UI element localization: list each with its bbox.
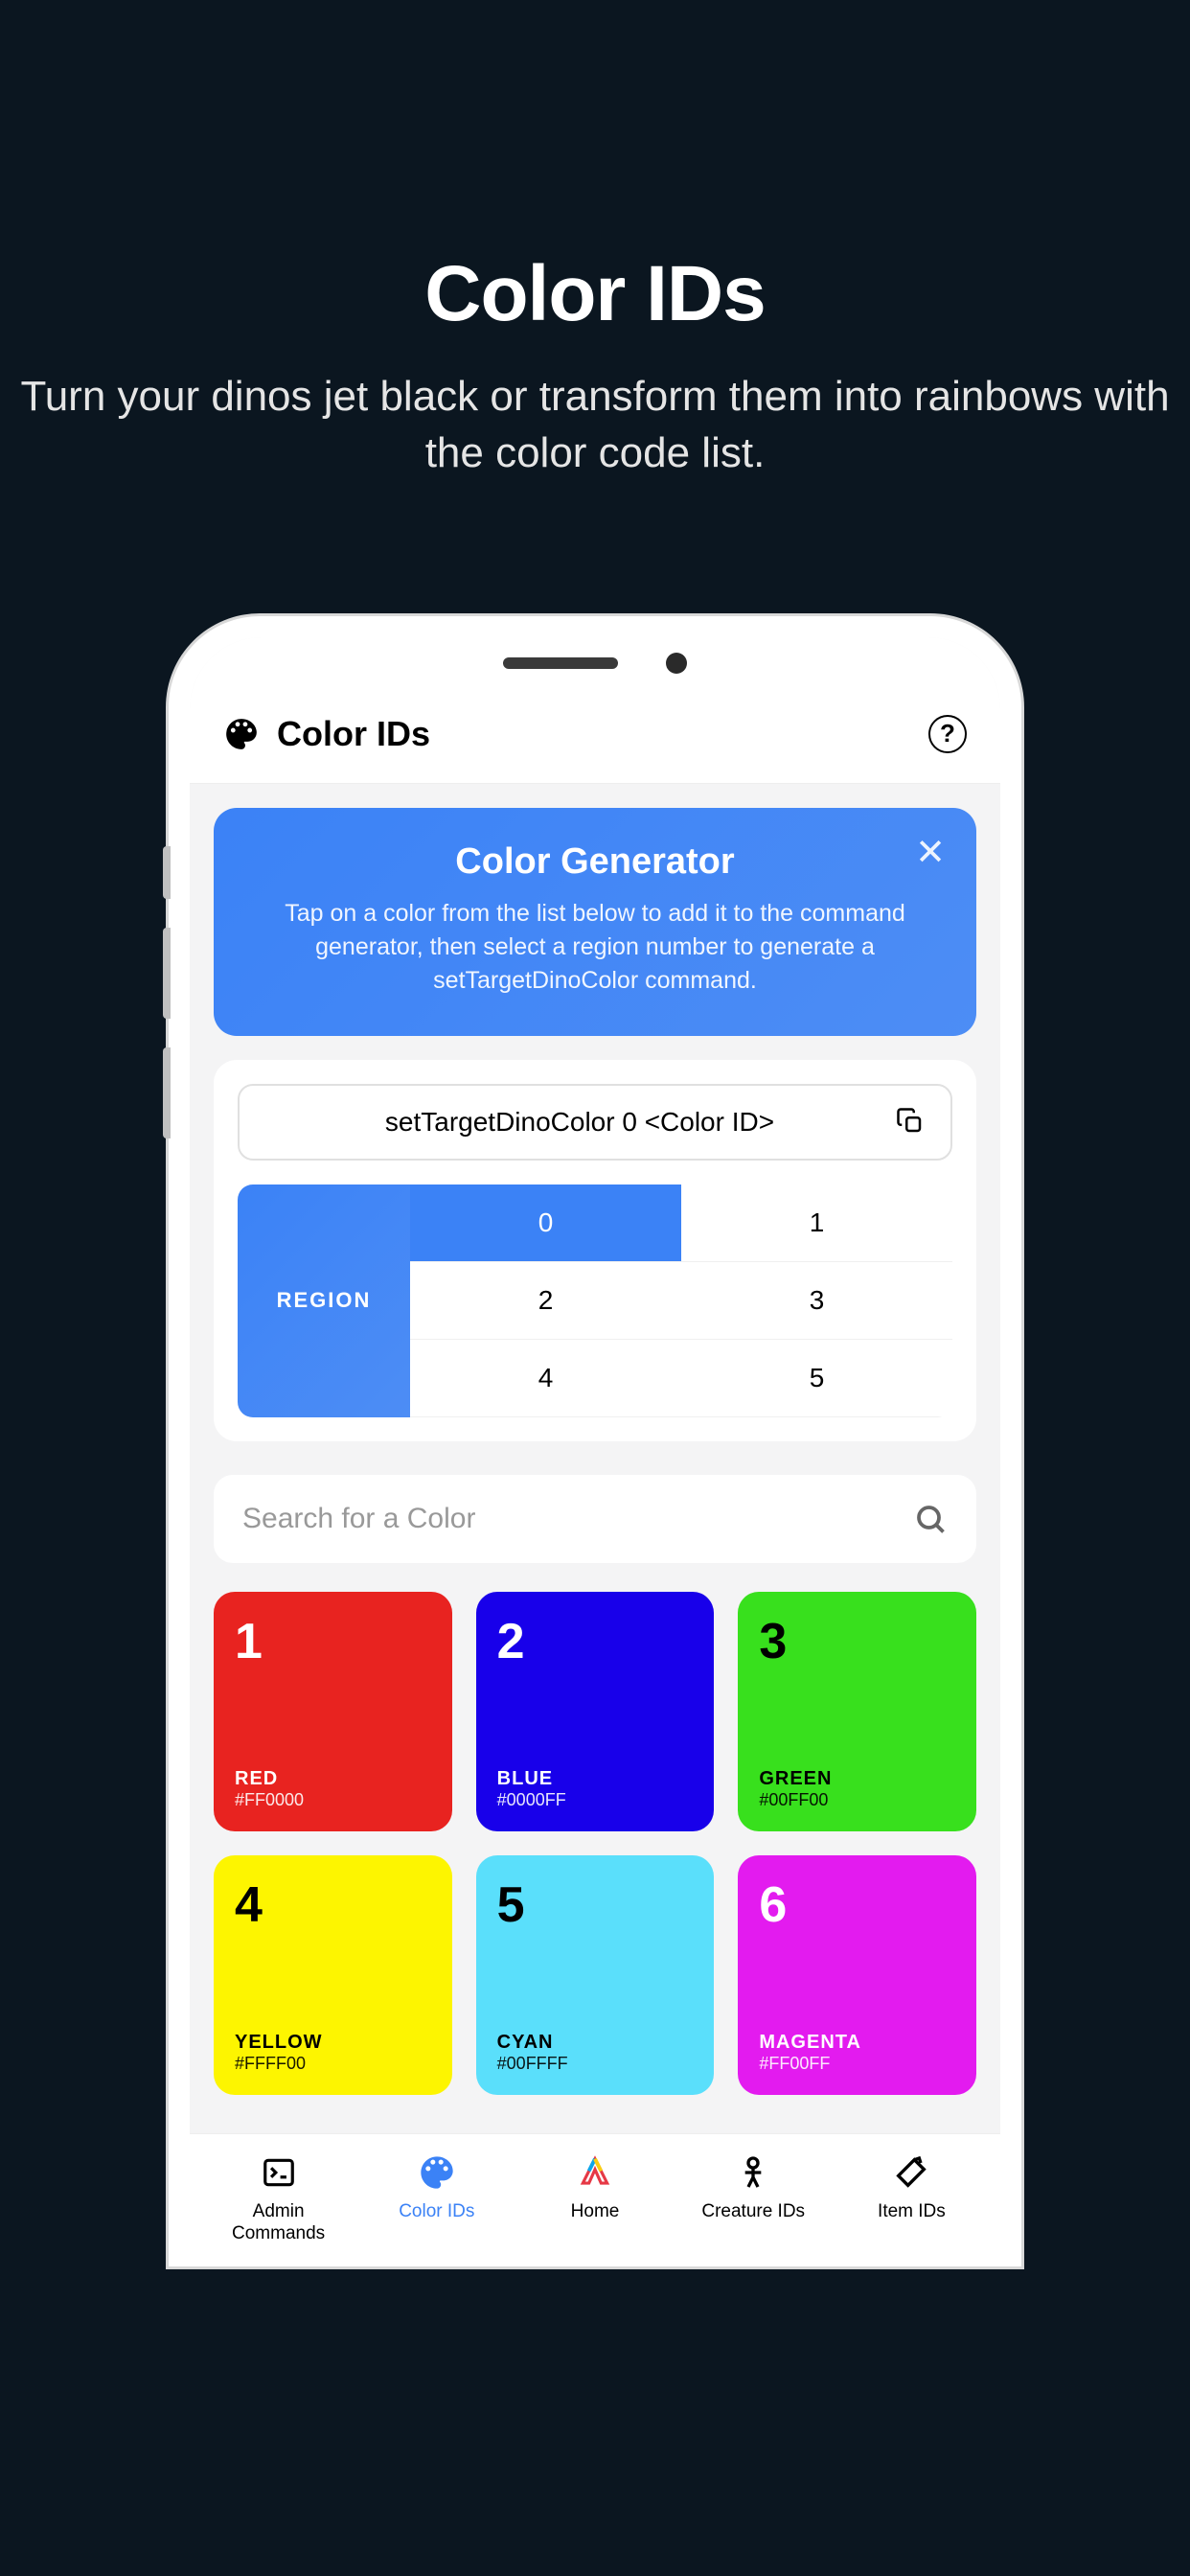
region-option-5[interactable]: 5 <box>681 1340 952 1417</box>
tab-admin-commands[interactable]: AdminCommands <box>199 2151 357 2245</box>
phone-frame: Color IDs ? ✕ Color Generator Tap on a c… <box>169 616 1021 2266</box>
command-display: setTargetDinoColor 0 <Color ID> <box>238 1084 952 1161</box>
color-tile-green[interactable]: 3 GREEN#00FF00 <box>738 1592 976 1831</box>
hero-description: Turn your dinos jet black or transform t… <box>0 368 1190 482</box>
generator-description: Tap on a color from the list below to ad… <box>262 897 928 998</box>
hero-title: Color IDs <box>0 249 1190 339</box>
command-text: setTargetDinoColor 0 <Color ID> <box>263 1107 896 1138</box>
tab-label: Color IDs <box>399 2201 474 2223</box>
color-id: 2 <box>497 1613 694 1670</box>
color-name: CYAN <box>497 2032 694 2054</box>
color-hex: #FFFF00 <box>235 2054 431 2074</box>
color-id: 1 <box>235 1613 431 1670</box>
tab-icon <box>416 2151 458 2194</box>
close-icon[interactable]: ✕ <box>915 835 946 871</box>
phone-notch <box>413 637 777 690</box>
color-name: RED <box>235 1768 431 1790</box>
color-tile-red[interactable]: 1 RED#FF0000 <box>214 1592 452 1831</box>
color-hex: #00FF00 <box>759 1790 955 1810</box>
color-tile-magenta[interactable]: 6 MAGENTA#FF00FF <box>738 1855 976 2095</box>
color-name: BLUE <box>497 1768 694 1790</box>
color-id: 5 <box>497 1876 694 1934</box>
tab-icon <box>258 2151 300 2194</box>
region-label: REGION <box>238 1184 410 1417</box>
color-name: GREEN <box>759 1768 955 1790</box>
color-tile-cyan[interactable]: 5 CYAN#00FFFF <box>476 1855 715 2095</box>
tab-label: Creature IDs <box>701 2201 805 2223</box>
tab-creature-ids[interactable]: Creature IDs <box>675 2151 833 2245</box>
color-hex: #FF00FF <box>759 2054 955 2074</box>
generator-title: Color Generator <box>262 841 928 883</box>
tab-icon <box>732 2151 774 2194</box>
color-tile-yellow[interactable]: 4 YELLOW#FFFF00 <box>214 1855 452 2095</box>
page-title: Color IDs <box>277 714 430 754</box>
palette-icon <box>223 716 260 752</box>
region-option-1[interactable]: 1 <box>681 1184 952 1262</box>
tab-bar: AdminCommands Color IDs Home Creature IDs It… <box>190 2133 1000 2266</box>
tab-icon <box>890 2151 932 2194</box>
color-hex: #0000FF <box>497 1790 694 1810</box>
tab-icon <box>574 2151 616 2194</box>
color-name: MAGENTA <box>759 2032 955 2054</box>
tab-label: Home <box>571 2201 620 2223</box>
search-input[interactable]: Search for a Color <box>214 1475 976 1563</box>
search-icon <box>913 1502 948 1536</box>
region-option-3[interactable]: 3 <box>681 1262 952 1340</box>
region-option-4[interactable]: 4 <box>410 1340 681 1417</box>
region-selector: REGION 012345 <box>238 1184 952 1417</box>
color-id: 4 <box>235 1876 431 1934</box>
tab-color-ids[interactable]: Color IDs <box>357 2151 515 2245</box>
color-id: 6 <box>759 1876 955 1934</box>
color-hex: #FF0000 <box>235 1790 431 1810</box>
color-name: YELLOW <box>235 2032 431 2054</box>
copy-button[interactable] <box>896 1107 927 1138</box>
tab-home[interactable]: Home <box>515 2151 674 2245</box>
tab-label: Item IDs <box>878 2201 946 2223</box>
tab-item-ids[interactable]: Item IDs <box>833 2151 991 2245</box>
color-hex: #00FFFF <box>497 2054 694 2074</box>
tab-label: AdminCommands <box>232 2201 325 2245</box>
region-option-0[interactable]: 0 <box>410 1184 681 1262</box>
color-id: 3 <box>759 1613 955 1670</box>
search-placeholder: Search for a Color <box>242 1503 475 1535</box>
phone-screen: Color IDs ? ✕ Color Generator Tap on a c… <box>190 637 1000 2266</box>
help-button[interactable]: ? <box>928 715 967 753</box>
hero-section: Color IDs Turn your dinos jet black or t… <box>0 0 1190 578</box>
region-option-2[interactable]: 2 <box>410 1262 681 1340</box>
color-grid: 1 RED#FF0000 2 BLUE#0000FF 3 GREEN#00FF00 4 YEL… <box>214 1592 976 2095</box>
color-tile-blue[interactable]: 2 BLUE#0000FF <box>476 1592 715 1831</box>
command-card: setTargetDinoColor 0 <Color ID> REGION 0… <box>214 1060 976 1441</box>
generator-card: ✕ Color Generator Tap on a color from th… <box>214 808 976 1036</box>
